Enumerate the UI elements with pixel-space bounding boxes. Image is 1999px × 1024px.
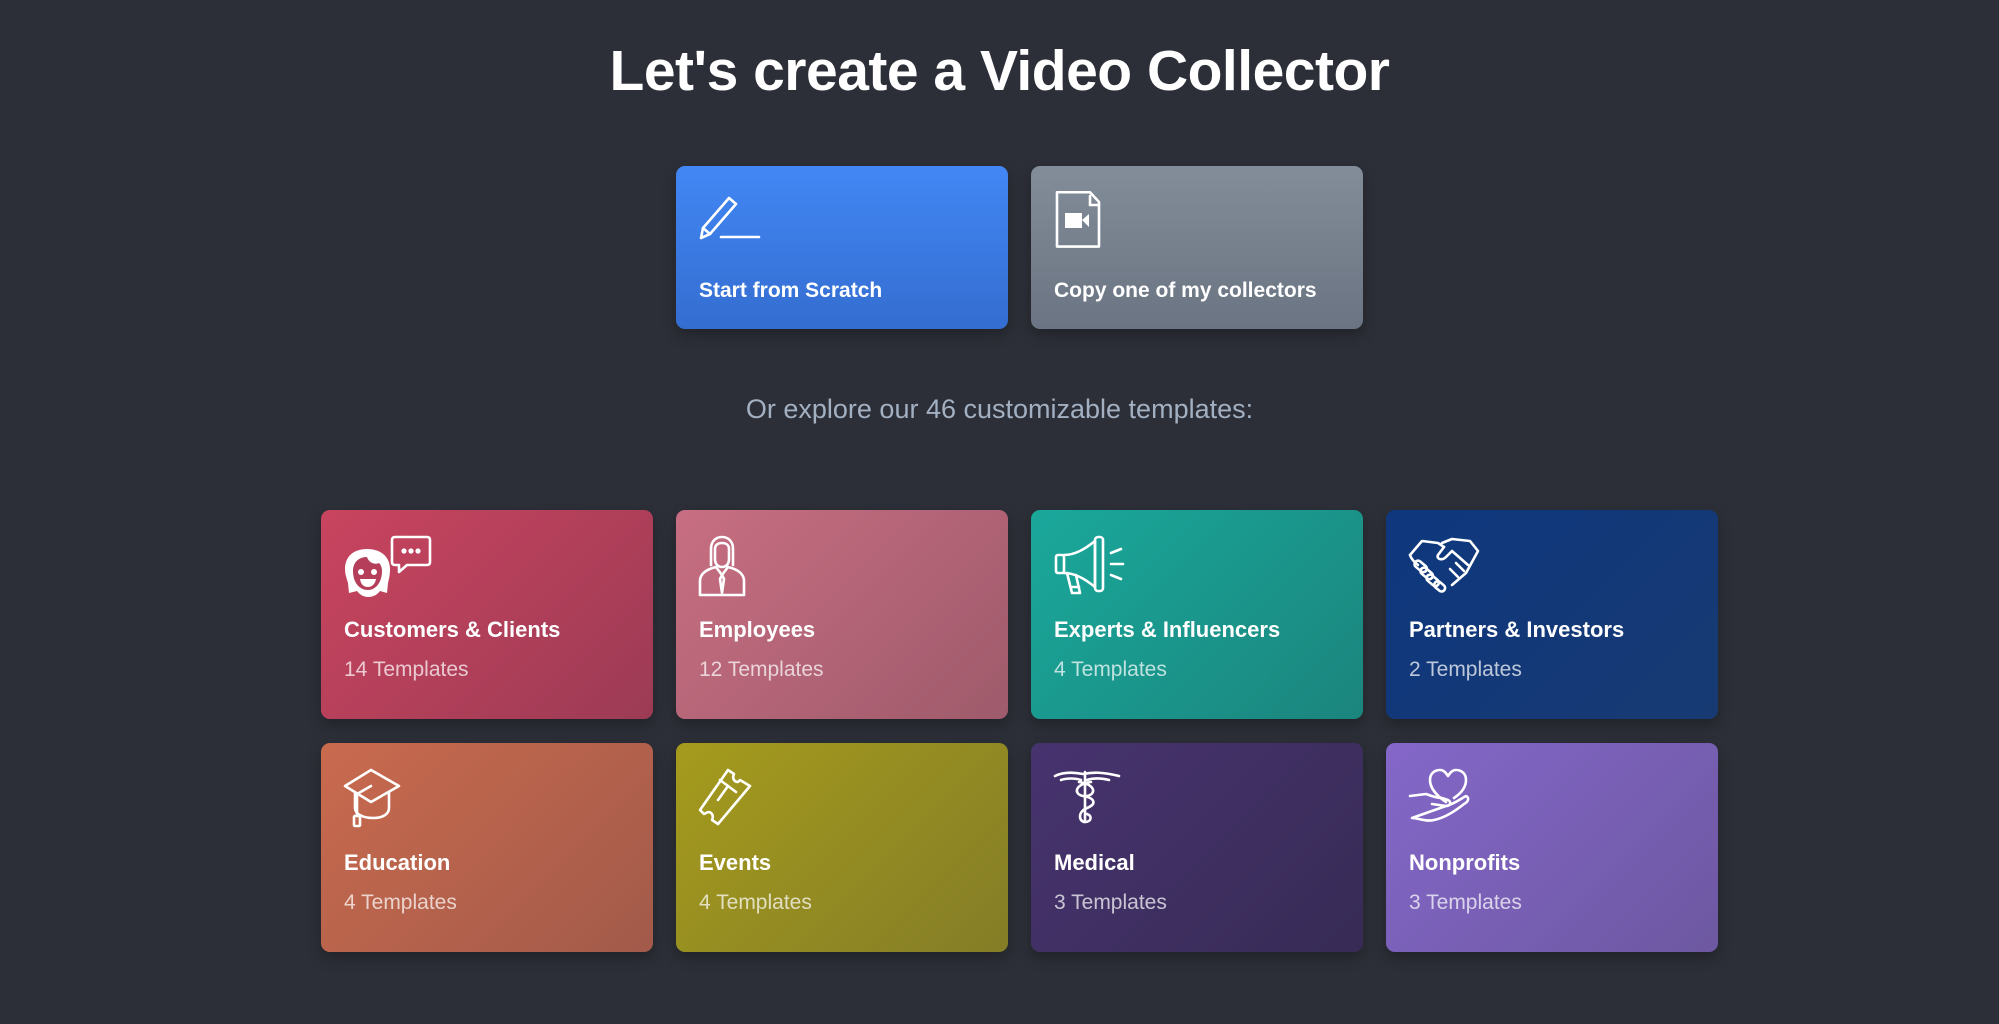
template-count: 12 Templates <box>699 658 824 681</box>
template-card-experts-influencers[interactable]: Experts & Influencers 4 Templates <box>1031 510 1363 719</box>
graduation-cap-icon <box>343 768 433 830</box>
template-name: Nonprofits <box>1409 850 1521 875</box>
template-count: 3 Templates <box>1409 891 1522 914</box>
template-card-medical[interactable]: Medical 3 Templates <box>1031 743 1363 952</box>
template-name: Employees <box>699 617 816 642</box>
employee-icon <box>698 535 788 597</box>
template-name: Customers & Clients <box>344 617 561 642</box>
handshake-icon <box>1408 535 1498 597</box>
start-from-scratch-label: Start from Scratch <box>699 279 883 302</box>
template-count: 4 Templates <box>344 891 457 914</box>
start-from-scratch-button[interactable]: Start from Scratch <box>676 166 1008 329</box>
template-card-events[interactable]: Events 4 Templates <box>676 743 1008 952</box>
page-title: Let's create a Video Collector <box>609 39 1390 103</box>
copy-collector-button[interactable]: Copy one of my collectors <box>1031 166 1363 329</box>
customer-chat-icon <box>343 535 433 597</box>
explore-templates-text: Or explore our 46 customizable templates… <box>745 394 1254 424</box>
heart-hand-icon <box>1408 768 1498 830</box>
template-card-nonprofits[interactable]: Nonprofits 3 Templates <box>1386 743 1718 952</box>
template-count: 3 Templates <box>1054 891 1167 914</box>
ticket-icon <box>698 768 788 830</box>
template-count: 14 Templates <box>344 658 469 681</box>
template-card-customers-clients[interactable]: Customers & Clients 14 Templates <box>321 510 653 719</box>
megaphone-icon <box>1053 535 1143 597</box>
template-card-partners-investors[interactable]: Partners & Investors 2 Templates <box>1386 510 1718 719</box>
template-name: Experts & Influencers <box>1054 617 1281 642</box>
pencil-icon <box>699 194 761 250</box>
templates-grid: Customers & Clients 14 Templates Employe… <box>321 510 1718 952</box>
template-count: 4 Templates <box>699 891 812 914</box>
start-options: Start from Scratch Copy one of my collec… <box>676 166 1363 329</box>
caduceus-icon <box>1053 768 1143 830</box>
copy-collector-label: Copy one of my collectors <box>1054 279 1317 302</box>
template-card-employees[interactable]: Employees 12 Templates <box>676 510 1008 719</box>
template-name: Partners & Investors <box>1409 617 1625 642</box>
template-count: 4 Templates <box>1054 658 1167 681</box>
template-name: Education <box>344 850 451 875</box>
video-file-icon <box>1054 190 1116 250</box>
template-count: 2 Templates <box>1409 658 1522 681</box>
template-card-education[interactable]: Education 4 Templates <box>321 743 653 952</box>
template-name: Medical <box>1054 850 1135 875</box>
template-name: Events <box>699 850 772 875</box>
